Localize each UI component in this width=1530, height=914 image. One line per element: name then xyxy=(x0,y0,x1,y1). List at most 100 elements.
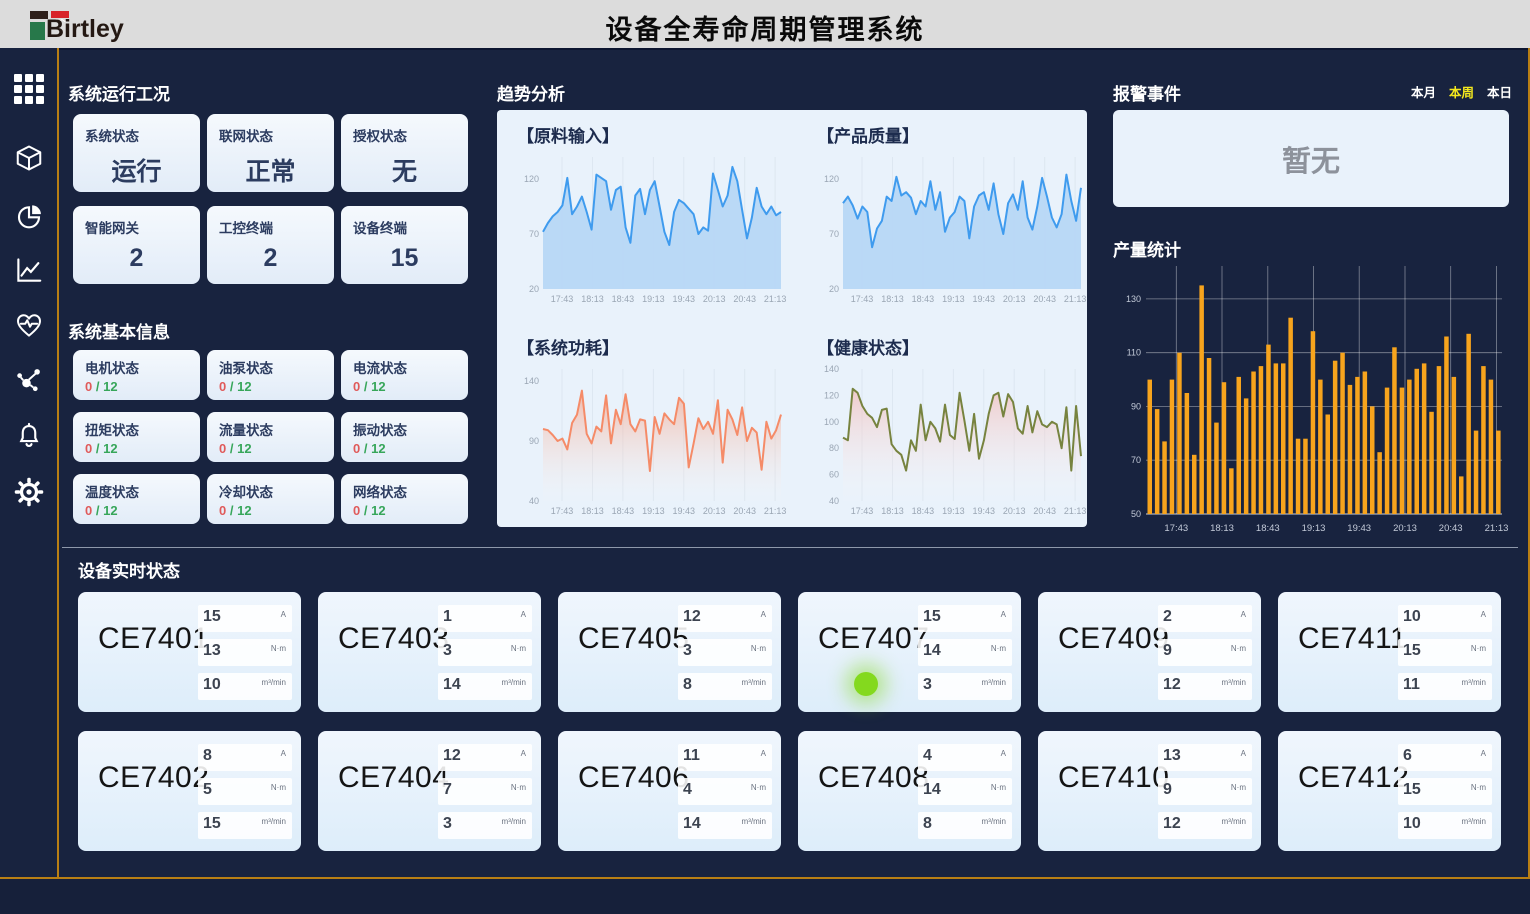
device-name: CE7405 xyxy=(578,622,689,656)
status-card-value: 正常 xyxy=(219,152,322,188)
device-value-row: 8A xyxy=(198,744,292,771)
svg-text:110: 110 xyxy=(1127,348,1141,358)
device-value-row: 5N·m xyxy=(198,778,292,805)
product-quality-cell: 【产品质量】17:4318:1318:4319:1319:4320:1320:4… xyxy=(813,122,1089,312)
alarm-tab-本月[interactable]: 本月 xyxy=(1411,82,1436,101)
device-card-CE7404[interactable]: CE7404 12A 7N·m 3m³/min xyxy=(318,731,541,851)
device-values: 2A 9N·m 12m³/min xyxy=(1158,605,1252,700)
svg-text:80: 80 xyxy=(829,443,839,453)
alarm-tab-本日[interactable]: 本日 xyxy=(1487,82,1512,101)
heart-pulse-icon[interactable] xyxy=(14,310,44,340)
device-grid: CE7401 15A 13N·m 10m³/min CE7403 1A 3N·m… xyxy=(78,592,1501,851)
svg-text:20:43: 20:43 xyxy=(1439,523,1463,534)
svg-text:40: 40 xyxy=(829,496,839,506)
info-card-value: 0 / 12 xyxy=(353,379,456,394)
device-value-row: 14m³/min xyxy=(438,673,532,700)
device-value-row: 11A xyxy=(678,744,772,771)
alarm-empty-card: 暂无 xyxy=(1113,110,1509,207)
molecule-icon[interactable] xyxy=(14,365,44,395)
pie-chart-icon[interactable] xyxy=(14,201,44,231)
info-card-value: 0 / 12 xyxy=(219,503,322,518)
device-value-row: 10m³/min xyxy=(1398,812,1492,839)
svg-text:17:43: 17:43 xyxy=(551,506,574,516)
gear-icon[interactable] xyxy=(14,477,44,507)
svg-text:20:43: 20:43 xyxy=(733,294,756,304)
device-card-CE7408[interactable]: CE7408 4A 14N·m 8m³/min xyxy=(798,731,1021,851)
svg-text:17:43: 17:43 xyxy=(1164,523,1188,534)
alarm-tab-本周[interactable]: 本周 xyxy=(1449,82,1474,101)
info-card-value: 0 / 12 xyxy=(219,441,322,456)
status-card: 系统状态 运行 xyxy=(73,114,200,192)
info-card: 电流状态 0 / 12 xyxy=(341,350,468,400)
devices-panel: 设备实时状态 CE7401 15A 13N·m 10m³/min CE7403 … xyxy=(62,547,1518,872)
device-card-CE7406[interactable]: CE7406 11A 4N·m 14m³/min xyxy=(558,731,781,851)
device-value-row: 12A xyxy=(438,744,532,771)
status-card-label: 授权状态 xyxy=(353,125,456,145)
svg-text:140: 140 xyxy=(824,364,839,374)
status-card: 设备终端 15 xyxy=(341,206,468,284)
svg-text:17:43: 17:43 xyxy=(551,294,574,304)
device-card-CE7410[interactable]: CE7410 13A 9N·m 12m³/min xyxy=(1038,731,1261,851)
svg-text:50: 50 xyxy=(1131,509,1141,519)
section-title-system-status: 系统运行工况 xyxy=(68,80,170,105)
cube-icon[interactable] xyxy=(14,143,44,173)
svg-text:20:13: 20:13 xyxy=(1003,294,1026,304)
svg-text:21:13: 21:13 xyxy=(1064,294,1087,304)
svg-text:19:43: 19:43 xyxy=(973,294,996,304)
info-card: 扭矩状态 0 / 12 xyxy=(73,412,200,462)
device-card-CE7407[interactable]: CE7407 15A 14N·m 3m³/min xyxy=(798,592,1021,712)
status-card-value: 2 xyxy=(85,244,188,273)
device-card-CE7412[interactable]: CE7412 6A 15N·m 10m³/min xyxy=(1278,731,1501,851)
info-card-value: 0 / 12 xyxy=(353,441,456,456)
device-value-row: 15A xyxy=(198,605,292,632)
device-values: 15A 13N·m 10m³/min xyxy=(198,605,292,700)
device-values: 12A 3N·m 8m³/min xyxy=(678,605,772,700)
info-card-label: 流量状态 xyxy=(219,419,322,439)
device-values: 1A 3N·m 14m³/min xyxy=(438,605,532,700)
svg-text:21:13: 21:13 xyxy=(764,506,787,516)
svg-text:20:43: 20:43 xyxy=(1033,294,1056,304)
info-card-label: 扭矩状态 xyxy=(85,419,188,439)
product-quality-title: 【产品质量】 xyxy=(817,122,1089,147)
app-header: Birtley 设备全寿命周期管理系统 xyxy=(0,0,1530,50)
device-value-row: 1A xyxy=(438,605,532,632)
device-value-row: 15m³/min xyxy=(198,812,292,839)
svg-text:20:43: 20:43 xyxy=(733,506,756,516)
device-values: 13A 9N·m 12m³/min xyxy=(1158,744,1252,839)
svg-text:70: 70 xyxy=(529,229,539,239)
device-name: CE7409 xyxy=(1058,622,1169,656)
svg-text:18:13: 18:13 xyxy=(1210,523,1234,534)
device-name: CE7408 xyxy=(818,761,929,795)
device-values: 10A 15N·m 11m³/min xyxy=(1398,605,1492,700)
svg-text:18:43: 18:43 xyxy=(1256,523,1280,534)
bell-icon[interactable] xyxy=(14,421,44,451)
svg-text:17:43: 17:43 xyxy=(851,506,874,516)
apps-grid-icon[interactable] xyxy=(14,74,44,104)
device-name: CE7406 xyxy=(578,761,689,795)
device-card-CE7403[interactable]: CE7403 1A 3N·m 14m³/min xyxy=(318,592,541,712)
device-value-row: 13N·m xyxy=(198,639,292,666)
device-value-row: 8m³/min xyxy=(678,673,772,700)
device-card-CE7409[interactable]: CE7409 2A 9N·m 12m³/min xyxy=(1038,592,1261,712)
svg-text:120: 120 xyxy=(524,174,539,184)
device-card-CE7401[interactable]: CE7401 15A 13N·m 10m³/min xyxy=(78,592,301,712)
device-card-CE7411[interactable]: CE7411 10A 15N·m 11m³/min xyxy=(1278,592,1501,712)
alarm-period-tabs: 本月本周本日 xyxy=(1411,82,1512,101)
device-card-CE7405[interactable]: CE7405 12A 3N·m 8m³/min xyxy=(558,592,781,712)
device-card-CE7402[interactable]: CE7402 8A 5N·m 15m³/min xyxy=(78,731,301,851)
svg-text:20:43: 20:43 xyxy=(1033,506,1056,516)
info-card: 振动状态 0 / 12 xyxy=(341,412,468,462)
raw-input-title: 【原料输入】 xyxy=(517,122,789,147)
device-value-row: 8m³/min xyxy=(918,812,1012,839)
info-card: 温度状态 0 / 12 xyxy=(73,474,200,524)
device-value-row: 13A xyxy=(1158,744,1252,771)
status-card: 工控终端 2 xyxy=(207,206,334,284)
device-value-row: 9N·m xyxy=(1158,778,1252,805)
trend-analysis-panel: 【原料输入】17:4318:1318:4319:1319:4320:1320:4… xyxy=(497,110,1087,527)
status-card-label: 智能网关 xyxy=(85,217,188,237)
line-chart-icon[interactable] xyxy=(14,255,44,285)
device-value-row: 4N·m xyxy=(678,778,772,805)
device-values: 15A 14N·m 3m³/min xyxy=(918,605,1012,700)
svg-text:17:43: 17:43 xyxy=(851,294,874,304)
svg-text:130: 130 xyxy=(1126,294,1141,304)
